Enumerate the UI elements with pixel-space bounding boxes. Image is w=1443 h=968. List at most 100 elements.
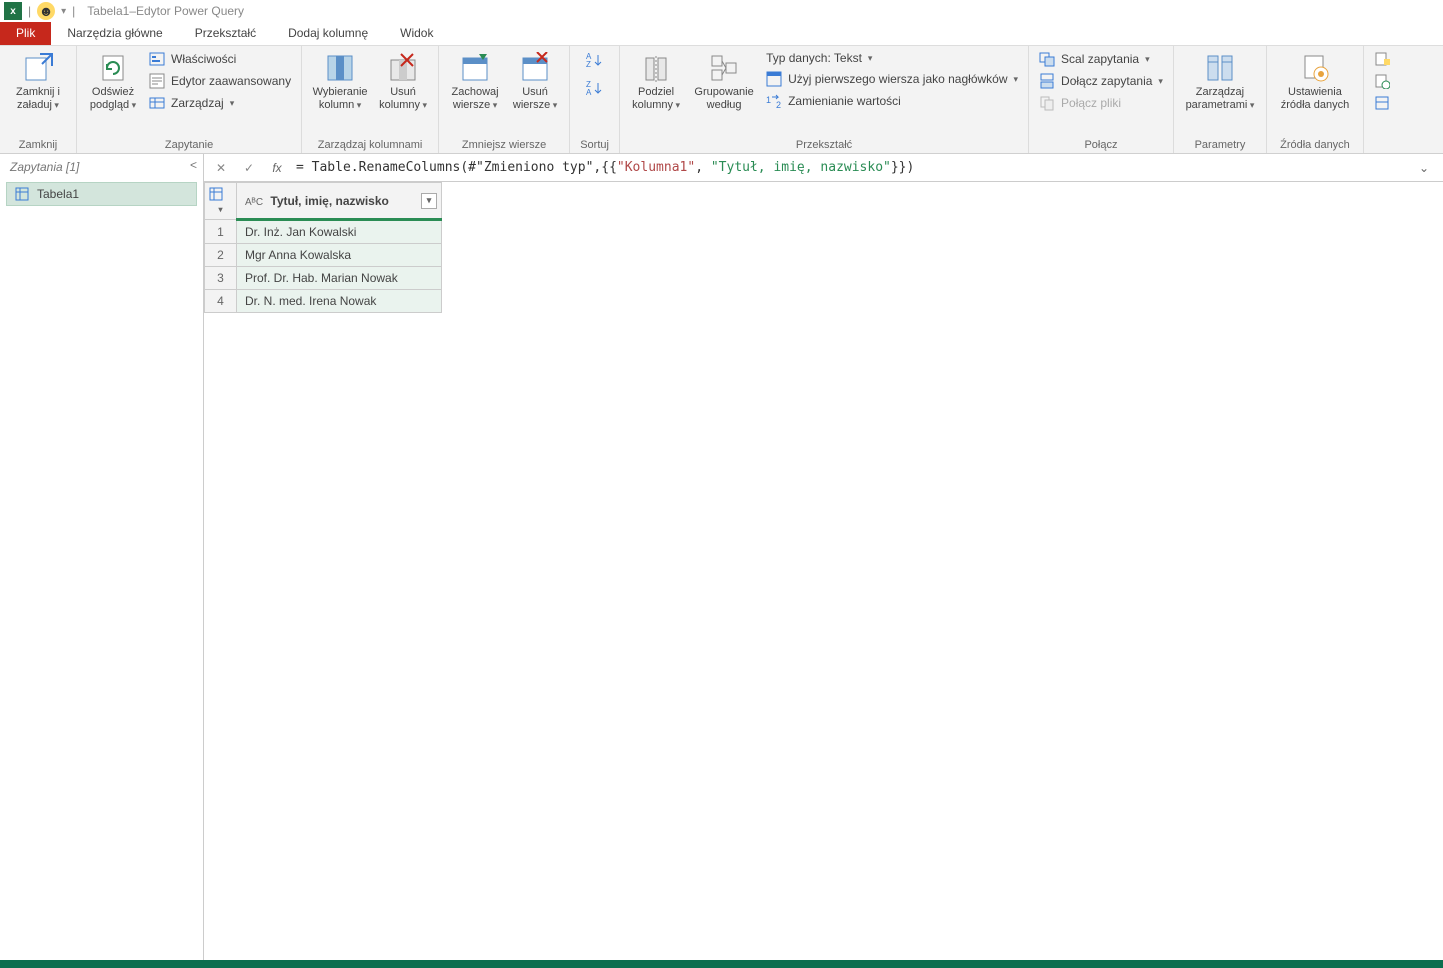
- new-source-button[interactable]: [1372, 50, 1392, 68]
- group-close: Zamknij i załaduj Zamknij: [0, 46, 77, 153]
- group-transform: Podziel kolumny Grupowanie według Typ da…: [620, 46, 1029, 153]
- group-by-button[interactable]: Grupowanie według: [690, 50, 758, 114]
- table-row[interactable]: 1Dr. Inż. Jan Kowalski: [205, 220, 442, 244]
- row-number: 3: [205, 267, 237, 290]
- manage-parameters-button[interactable]: Zarządzaj parametrami: [1182, 50, 1258, 114]
- group-label-rows: Zmniejsz wiersze: [447, 137, 561, 151]
- cell[interactable]: Prof. Dr. Hab. Marian Nowak: [237, 267, 442, 290]
- main-area: ✕ ✓ fx = Table.RenameColumns(#"Zmieniono…: [204, 154, 1443, 960]
- data-source-settings-icon: [1299, 52, 1331, 84]
- cancel-formula-button[interactable]: ✕: [212, 159, 230, 177]
- svg-text:A: A: [586, 88, 592, 97]
- data-grid: ▾ AᴮC Tytuł, imię, nazwisko ▾ 1Dr. Inż. …: [204, 182, 1443, 313]
- enter-data-button[interactable]: [1372, 94, 1392, 112]
- keep-rows-icon: [459, 52, 491, 84]
- enter-data-icon: [1374, 95, 1390, 111]
- new-source-icon: [1374, 51, 1390, 67]
- group-label-columns: Zarządzaj kolumnami: [310, 137, 430, 151]
- table-row[interactable]: 3Prof. Dr. Hab. Marian Nowak: [205, 267, 442, 290]
- remove-rows-button[interactable]: Usuń wiersze: [509, 50, 561, 114]
- group-reduce-rows: Zachowaj wiersze Usuń wiersze Zmniejsz w…: [439, 46, 570, 153]
- data-source-settings-button[interactable]: Ustawienia źródła danych: [1275, 50, 1355, 114]
- combine-files-button[interactable]: Połącz pliki: [1037, 94, 1165, 112]
- close-load-button[interactable]: Zamknij i załaduj: [8, 50, 68, 114]
- fx-icon[interactable]: fx: [268, 159, 286, 177]
- keep-rows-button[interactable]: Zachowaj wiersze: [447, 50, 503, 114]
- column-type-icon[interactable]: AᴮC: [245, 197, 263, 208]
- group-query: Odśwież podgląd Właściwości Edytor zaawa…: [77, 46, 302, 153]
- first-row-headers-icon: [766, 71, 782, 87]
- split-column-button[interactable]: Podziel kolumny: [628, 50, 684, 114]
- group-label-query: Zapytanie: [85, 137, 293, 151]
- group-label-close: Zamknij: [8, 137, 68, 151]
- advanced-editor-button[interactable]: Edytor zaawansowany: [147, 72, 293, 90]
- body: Zapytania [1] < Tabela1 ✕ ✓ fx = Table.R…: [0, 154, 1443, 960]
- manage-icon: [149, 95, 165, 111]
- group-label-sort: Sortuj: [578, 137, 611, 151]
- expand-formula-button[interactable]: ⌄: [1413, 161, 1435, 175]
- table-icon: [15, 187, 29, 201]
- group-combine: Scal zapytania Dołącz zapytania Połącz p…: [1029, 46, 1174, 153]
- qat-dropdown[interactable]: ▾: [61, 6, 66, 17]
- smiley-icon[interactable]: [37, 2, 55, 20]
- column-filter-button[interactable]: ▾: [421, 193, 437, 209]
- group-label-parameters: Parametry: [1182, 137, 1258, 151]
- refresh-preview-button[interactable]: Odśwież podgląd: [85, 50, 141, 114]
- collapse-queries-button[interactable]: <: [190, 158, 197, 172]
- choose-columns-button[interactable]: Wybieranie kolumn: [310, 50, 370, 114]
- group-manage-columns: Wybieranie kolumn Usuń kolumny Zarządzaj…: [302, 46, 439, 153]
- group-label-transform: Przekształć: [628, 137, 1020, 151]
- replace-values-button[interactable]: 12 Zamienianie wartości: [764, 92, 1020, 110]
- query-item-tabela1[interactable]: Tabela1: [6, 182, 197, 206]
- cell[interactable]: Mgr Anna Kowalska: [237, 244, 442, 267]
- sort-asc-button[interactable]: AZ: [585, 50, 605, 70]
- split-column-icon: [640, 52, 672, 84]
- tab-home[interactable]: Narzędzia główne: [51, 22, 178, 45]
- cell[interactable]: Dr. Inż. Jan Kowalski: [237, 220, 442, 244]
- advanced-editor-icon: [149, 73, 165, 89]
- table-corner-button[interactable]: ▾: [205, 183, 237, 220]
- qat-separator-2: |: [72, 4, 75, 18]
- group-parameters: Zarządzaj parametrami Parametry: [1174, 46, 1267, 153]
- accept-formula-button[interactable]: ✓: [240, 159, 258, 177]
- formula-bar: ✕ ✓ fx = Table.RenameColumns(#"Zmieniono…: [204, 154, 1443, 182]
- status-bar: [0, 960, 1443, 968]
- title-bar: x | ▾ | Tabela1–Edytor Power Query: [0, 0, 1443, 22]
- group-label-new-query: [1372, 149, 1392, 151]
- column-header[interactable]: AᴮC Tytuł, imię, nazwisko ▾: [237, 183, 442, 220]
- tab-file[interactable]: Plik: [0, 22, 51, 45]
- recent-sources-icon: [1374, 73, 1390, 89]
- manage-button[interactable]: Zarządzaj: [147, 94, 293, 112]
- use-first-row-headers-button[interactable]: Użyj pierwszego wiersza jako nagłówków: [764, 70, 1020, 88]
- table-row[interactable]: 4Dr. N. med. Irena Nowak: [205, 290, 442, 313]
- group-label-combine: Połącz: [1037, 137, 1165, 151]
- properties-icon: [149, 51, 165, 67]
- tab-view[interactable]: Widok: [384, 22, 449, 45]
- sort-desc-button[interactable]: ZA: [585, 78, 605, 98]
- query-item-label: Tabela1: [37, 187, 79, 201]
- properties-button[interactable]: Właściwości: [147, 50, 293, 68]
- svg-text:2: 2: [776, 100, 781, 109]
- append-queries-icon: [1039, 73, 1055, 89]
- remove-columns-icon: [387, 52, 419, 84]
- append-queries-button[interactable]: Dołącz zapytania: [1037, 72, 1165, 90]
- column-name: Tytuł, imię, nazwisko: [270, 194, 388, 208]
- table-row[interactable]: 2Mgr Anna Kowalska: [205, 244, 442, 267]
- remove-columns-button[interactable]: Usuń kolumny: [376, 50, 430, 114]
- data-type-button[interactable]: Typ danych: Tekst: [764, 50, 1020, 66]
- merge-queries-icon: [1039, 51, 1055, 67]
- group-label-data-sources: Źródła danych: [1275, 137, 1355, 151]
- replace-values-icon: 12: [766, 93, 782, 109]
- recent-sources-button[interactable]: [1372, 72, 1392, 90]
- qat-separator: |: [28, 4, 31, 18]
- merge-queries-button[interactable]: Scal zapytania: [1037, 50, 1165, 68]
- tab-add-column[interactable]: Dodaj kolumnę: [272, 22, 384, 45]
- group-data-sources: Ustawienia źródła danych Źródła danych: [1267, 46, 1364, 153]
- formula-text[interactable]: = Table.RenameColumns(#"Zmieniono typ",{…: [296, 160, 1403, 175]
- svg-text:1: 1: [766, 95, 771, 105]
- queries-header: Zapytania [1]: [10, 160, 79, 174]
- refresh-icon: [97, 52, 129, 84]
- cell[interactable]: Dr. N. med. Irena Nowak: [237, 290, 442, 313]
- excel-logo-icon: x: [4, 2, 22, 20]
- tab-transform[interactable]: Przekształć: [179, 22, 272, 45]
